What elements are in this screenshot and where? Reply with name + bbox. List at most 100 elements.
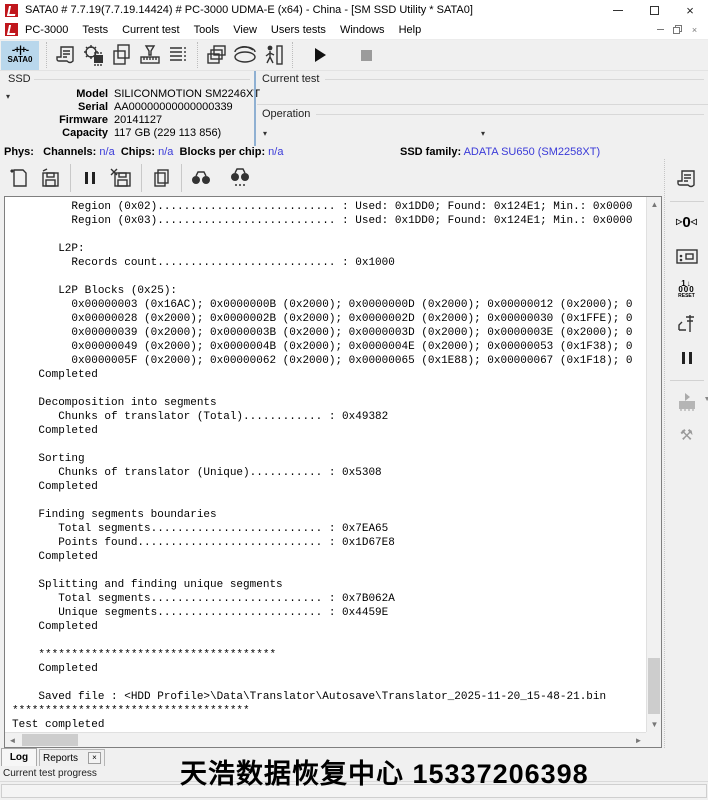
pause-icon bbox=[680, 352, 694, 364]
autosave-off-button[interactable] bbox=[108, 165, 134, 191]
chip-play-icon bbox=[675, 391, 699, 411]
new-log-button[interactable] bbox=[6, 165, 32, 191]
scroll-left-arrow[interactable]: ◄ bbox=[5, 733, 20, 748]
scroll-report-icon bbox=[676, 168, 698, 190]
new-document-icon bbox=[8, 167, 30, 189]
zero-fill-button[interactable]: ▷0◁ bbox=[672, 208, 702, 236]
tab-reports[interactable]: Reports × bbox=[39, 749, 105, 766]
gear-chip-icon bbox=[82, 43, 106, 67]
ssd-family-value: ADATA SU650 (SM2258XT) bbox=[464, 146, 601, 158]
pause-icon bbox=[83, 172, 97, 184]
status-text: Current test progress bbox=[3, 768, 97, 779]
sata-port-button[interactable]: -+|+- SATA0 bbox=[1, 41, 39, 70]
service-report-button[interactable] bbox=[672, 165, 702, 193]
menu-users-tests[interactable]: Users tests bbox=[264, 21, 333, 39]
menu-tests[interactable]: Tests bbox=[75, 21, 115, 39]
power-probe-button[interactable] bbox=[672, 310, 702, 338]
model-label: Model bbox=[4, 88, 108, 100]
serial-label: Serial bbox=[4, 101, 108, 113]
copy-log-button[interactable] bbox=[148, 165, 174, 191]
find-next-button[interactable] bbox=[227, 165, 253, 191]
phys-bar: Phys: Channels: n/a Chips: n/a Blocks pe… bbox=[0, 146, 708, 159]
sata-bus-icon: -+|+- bbox=[12, 47, 28, 55]
log-list-button[interactable] bbox=[164, 42, 192, 69]
exit-utility-button[interactable] bbox=[259, 42, 287, 69]
firmware-value: 20141127 bbox=[114, 114, 162, 126]
menu-view[interactable]: View bbox=[226, 21, 264, 39]
firmware-label: Firmware bbox=[4, 114, 108, 126]
right-toolbar-separator bbox=[670, 380, 704, 381]
tab-log[interactable]: Log bbox=[1, 748, 37, 766]
mdi-restore-button[interactable] bbox=[670, 23, 685, 36]
cascading-pages-icon bbox=[110, 43, 134, 67]
menu-help[interactable]: Help bbox=[392, 21, 429, 39]
save-log-button[interactable] bbox=[37, 165, 63, 191]
title-bar: SATA0 # 7.7.19(7.7.19.14424) # PC-3000 U… bbox=[0, 0, 708, 20]
vertical-scroll-thumb[interactable] bbox=[648, 658, 660, 714]
chevron-down-icon[interactable]: ▼ bbox=[704, 396, 708, 403]
log-toolbar-separator bbox=[70, 164, 71, 192]
menu-pc3000[interactable]: PC-3000 bbox=[18, 21, 75, 39]
phys-info: Phys: Channels: n/a Chips: n/a Blocks pe… bbox=[4, 146, 283, 158]
scroll-up-arrow[interactable]: ▲ bbox=[647, 197, 662, 212]
zero-icon: ▷0◁ bbox=[676, 215, 697, 230]
windows-cascade-button[interactable] bbox=[203, 42, 231, 69]
group-line bbox=[257, 104, 708, 105]
drive-id-button[interactable] bbox=[52, 42, 80, 69]
menu-windows[interactable]: Windows bbox=[333, 21, 392, 39]
funnel-ruler-icon bbox=[138, 43, 162, 67]
disk-view-button[interactable] bbox=[231, 42, 259, 69]
flash-card-button[interactable] bbox=[672, 242, 702, 270]
pause-log-button[interactable] bbox=[77, 165, 103, 191]
reset-icon: 1↓ 000 RESET bbox=[678, 281, 695, 299]
group-line bbox=[34, 79, 250, 80]
copy-icon bbox=[150, 167, 172, 189]
cascade-windows-icon bbox=[205, 43, 229, 67]
capacity-value: 117 GB (229 113 856) bbox=[114, 127, 221, 139]
stop-icon bbox=[361, 50, 372, 61]
horizontal-scrollbar[interactable]: ◄ ► bbox=[5, 732, 646, 747]
operation-dropdown-caret-2[interactable]: ▾ bbox=[481, 129, 485, 138]
tools-button-disabled[interactable]: ⚒ bbox=[672, 421, 702, 449]
ssd-panel-caption: SSD bbox=[8, 73, 31, 85]
info-panels: SSD ▾ Model SILICONMOTION SM2246XT Seria… bbox=[0, 71, 708, 146]
mdi-minimize-button[interactable] bbox=[653, 23, 668, 36]
right-toolbar: ▷0◁ 1↓ 000 RESET ▼ ⚒ bbox=[664, 159, 708, 748]
reset-counter-button[interactable]: 1↓ 000 RESET bbox=[672, 276, 702, 304]
menu-tools[interactable]: Tools bbox=[187, 21, 227, 39]
vertical-scrollbar[interactable]: ▲ ▼ bbox=[646, 197, 661, 732]
minimize-button[interactable] bbox=[600, 0, 636, 20]
horizontal-scroll-thumb[interactable] bbox=[22, 734, 78, 746]
toolbar-separator bbox=[197, 42, 198, 68]
close-button[interactable]: × bbox=[672, 0, 708, 20]
find-button[interactable] bbox=[188, 165, 214, 191]
log-toolbar bbox=[0, 159, 664, 196]
stop-test-button[interactable] bbox=[352, 42, 380, 69]
operation-dropdown-caret[interactable]: ▾ bbox=[263, 129, 267, 138]
blocks-per-chip-value: n/a bbox=[268, 146, 283, 158]
sata-port-label: SATA0 bbox=[7, 55, 32, 64]
log-toolbar-separator bbox=[141, 164, 142, 192]
maximize-icon bbox=[650, 6, 659, 15]
scroll-down-arrow[interactable]: ▼ bbox=[647, 717, 662, 732]
maximize-button[interactable] bbox=[636, 0, 672, 20]
save-floppy-icon bbox=[39, 167, 61, 189]
scroll-right-arrow[interactable]: ► bbox=[631, 733, 646, 748]
test-select-button[interactable] bbox=[136, 42, 164, 69]
ssd-family-info: SSD family: ADATA SU650 (SM2258XT) bbox=[400, 146, 600, 158]
utility-settings-button[interactable] bbox=[80, 42, 108, 69]
model-value: SILICONMOTION SM2246XT bbox=[114, 88, 260, 100]
chip-run-button-disabled[interactable]: ▼ bbox=[672, 387, 702, 415]
menu-current-test[interactable]: Current test bbox=[115, 21, 186, 39]
pause-button[interactable] bbox=[672, 344, 702, 372]
serial-value: AA00000000000000339 bbox=[114, 101, 233, 113]
log-output: Region (0x02)...........................… bbox=[5, 197, 646, 732]
log-output-area[interactable]: Region (0x02)...........................… bbox=[4, 196, 662, 748]
chips-label: Chips: bbox=[121, 146, 155, 158]
mdi-close-button[interactable]: × bbox=[687, 23, 702, 36]
main-toolbar: -+|+- SATA0 bbox=[0, 40, 708, 71]
tasks-button[interactable] bbox=[108, 42, 136, 69]
phys-label: Phys: bbox=[4, 146, 34, 158]
tab-close-button[interactable]: × bbox=[88, 752, 101, 764]
run-test-button[interactable] bbox=[306, 42, 334, 69]
